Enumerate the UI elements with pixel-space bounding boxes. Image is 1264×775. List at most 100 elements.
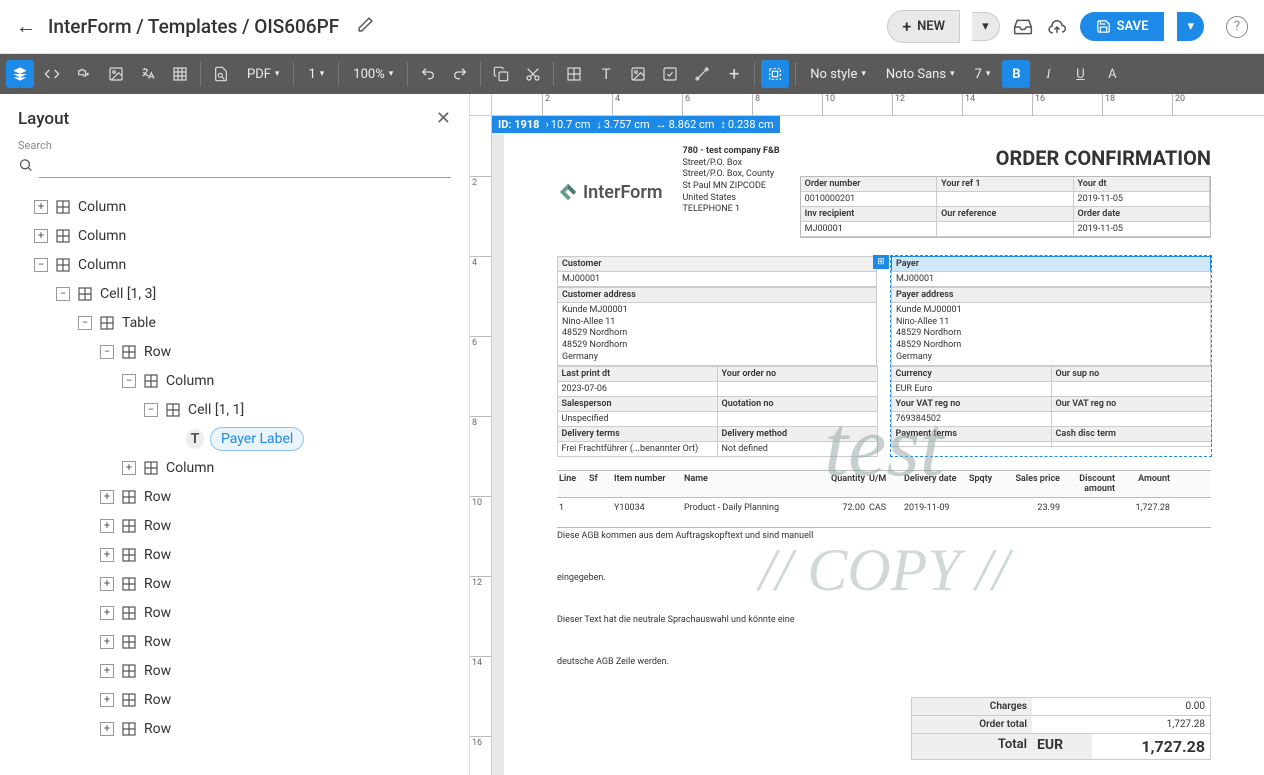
italic-button[interactable]: I <box>1034 60 1062 88</box>
fontsize-dropdown[interactable]: 7▾ <box>967 60 999 88</box>
expand-icon[interactable]: + <box>34 229 48 243</box>
tree-item[interactable]: +Row <box>0 656 469 685</box>
tree-item[interactable]: −Column <box>0 366 469 395</box>
cut-icon[interactable] <box>519 60 547 88</box>
scrollbar-v[interactable] <box>492 116 504 775</box>
expand-icon[interactable] <box>166 432 180 446</box>
expand-icon[interactable]: + <box>100 606 114 620</box>
expand-icon[interactable]: + <box>100 664 114 678</box>
collapse-icon[interactable]: − <box>100 345 114 359</box>
grid-icon <box>120 691 138 709</box>
expand-icon[interactable]: + <box>100 519 114 533</box>
document-page[interactable]: test // COPY // InterForm 780 - test com… <box>539 116 1229 775</box>
help-button[interactable]: ? <box>1226 16 1248 38</box>
tree-item-label: Row <box>144 605 171 621</box>
undo-icon[interactable] <box>414 60 442 88</box>
copy-icon[interactable] <box>487 60 515 88</box>
select-all-icon[interactable] <box>761 60 789 88</box>
bold-button[interactable]: B <box>1002 60 1030 88</box>
tree-item[interactable]: −Cell [1, 1] <box>0 395 469 424</box>
new-dropdown[interactable]: ▾ <box>972 12 1000 41</box>
find-page-icon[interactable] <box>207 60 235 88</box>
grid-icon <box>54 198 72 216</box>
grid-icon <box>54 227 72 245</box>
collapse-icon[interactable]: − <box>56 287 70 301</box>
tree-item[interactable]: +Row <box>0 482 469 511</box>
redo-icon[interactable] <box>446 60 474 88</box>
search-label: Search <box>18 139 451 152</box>
expand-icon[interactable]: + <box>122 461 136 475</box>
save-dropdown[interactable]: ▾ <box>1177 12 1204 41</box>
collapse-icon[interactable]: − <box>122 374 136 388</box>
translate-icon[interactable] <box>134 60 162 88</box>
expand-icon[interactable]: + <box>100 577 114 591</box>
tree-item-label: Row <box>144 692 171 708</box>
text-icon: T <box>186 430 204 448</box>
cloud-upload-icon[interactable] <box>1046 16 1068 38</box>
expand-icon[interactable]: + <box>100 635 114 649</box>
checkbox-icon[interactable] <box>656 60 684 88</box>
expand-icon[interactable]: + <box>34 200 48 214</box>
collapse-icon[interactable]: − <box>34 258 48 272</box>
insert-image-icon[interactable] <box>624 60 652 88</box>
tree-item[interactable]: +Row <box>0 511 469 540</box>
tree-item[interactable]: + Row <box>0 598 469 627</box>
rename-icon[interactable] <box>357 16 374 37</box>
zoom-dropdown[interactable]: 100%▾ <box>345 60 401 88</box>
payer-block[interactable]: ⊞ PayerMJ00001 Payer addressKunde MJ0000… <box>891 256 1211 456</box>
tree-item[interactable]: +Column <box>0 221 469 250</box>
plus-icon[interactable]: + <box>720 60 748 88</box>
tree-item-label: Table <box>122 315 156 331</box>
selection-handle-icon[interactable]: ⊞ <box>873 255 889 269</box>
font-color-button[interactable]: A <box>1098 60 1126 88</box>
tree-item-label: Row <box>144 721 171 737</box>
style-dropdown[interactable]: No style▾ <box>802 60 874 88</box>
tree-item[interactable]: + Row <box>0 685 469 714</box>
collapse-icon[interactable]: − <box>144 403 158 417</box>
expand-icon[interactable]: + <box>100 490 114 504</box>
close-icon[interactable]: ✕ <box>436 108 451 129</box>
table-icon[interactable] <box>560 60 588 88</box>
tree-item[interactable]: + Column <box>0 192 469 221</box>
collapse-icon[interactable]: − <box>78 316 92 330</box>
tree-item[interactable]: TPayer Label <box>0 424 469 453</box>
ruler-horizontal: 2468101214161820 <box>492 94 1264 116</box>
tree-item[interactable]: + Row <box>0 714 469 743</box>
tree-item-label: Column <box>78 199 126 215</box>
line-icon[interactable] <box>688 60 716 88</box>
expand-icon[interactable]: + <box>100 693 114 707</box>
image-icon[interactable] <box>102 60 130 88</box>
tree-item[interactable]: +Column <box>0 453 469 482</box>
tree-item[interactable]: −Row <box>0 337 469 366</box>
inbox-icon[interactable] <box>1012 16 1034 38</box>
spreadsheet-icon[interactable] <box>166 60 194 88</box>
selection-info: ID: 1918 › 10.7 cm ↓ 3.757 cm ↔ 8.862 cm… <box>492 116 780 133</box>
tree-item[interactable]: +Row <box>0 540 469 569</box>
save-button[interactable]: SAVE <box>1080 12 1165 41</box>
layers-icon[interactable] <box>6 60 34 88</box>
code-icon[interactable] <box>38 60 66 88</box>
back-button[interactable]: ← <box>16 14 36 39</box>
tree-item[interactable]: +Row <box>0 627 469 656</box>
grid-icon <box>164 401 182 419</box>
grid-icon <box>120 575 138 593</box>
puzzle-icon[interactable] <box>70 60 98 88</box>
expand-icon[interactable]: + <box>100 548 114 562</box>
grid-icon <box>142 372 160 390</box>
tree-item[interactable]: −Cell [1, 3] <box>0 279 469 308</box>
search-icon <box>18 157 33 173</box>
tree-item[interactable]: − Column <box>0 250 469 279</box>
tree-item[interactable]: +Row <box>0 569 469 598</box>
grid-icon <box>54 256 72 274</box>
underline-button[interactable]: U <box>1066 60 1094 88</box>
search-input[interactable] <box>39 152 451 178</box>
font-dropdown[interactable]: Noto Sans▾ <box>878 60 963 88</box>
tree-item-label: Column <box>78 257 126 273</box>
page-dropdown[interactable]: 1▾ <box>300 60 332 88</box>
panel-title: Layout <box>18 109 69 129</box>
text-icon[interactable]: T <box>592 60 620 88</box>
expand-icon[interactable]: + <box>100 722 114 736</box>
format-dropdown[interactable]: PDF▾ <box>239 60 287 88</box>
tree-item[interactable]: − Table <box>0 308 469 337</box>
new-button[interactable]: +NEW <box>887 10 960 43</box>
